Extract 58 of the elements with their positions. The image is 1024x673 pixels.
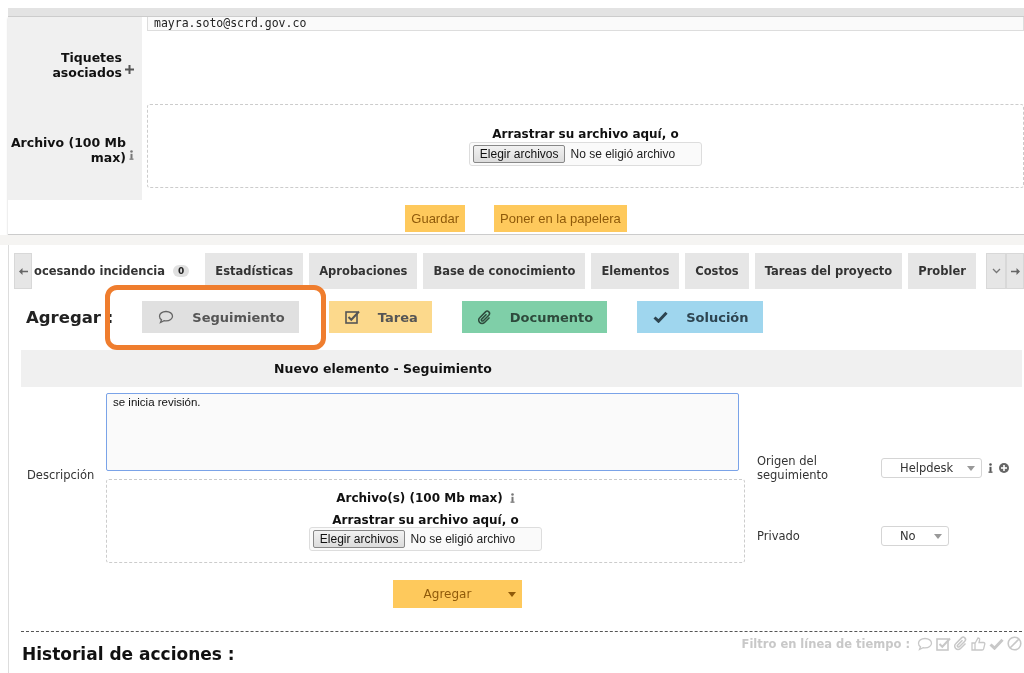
save-button[interactable]: Guardar [405, 205, 465, 232]
add-item-button[interactable]: Documento [461, 301, 608, 333]
speech-bubble-icon [158, 310, 175, 324]
split-button[interactable]: Agregar [392, 580, 523, 608]
file-status: No se eligió archivo [410, 532, 516, 546]
right-arrow-icon[interactable] [1010, 267, 1020, 275]
description-field[interactable]: se inicia revisión. [106, 393, 739, 471]
plus-icon[interactable] [125, 65, 134, 74]
add-item-button[interactable]: Tarea [328, 301, 432, 333]
field-label: Privado [757, 529, 801, 543]
caret-icon [967, 465, 975, 471]
caret-icon [508, 591, 517, 597]
attachment-label: Archivo(s) (100 Mb max) [336, 491, 503, 505]
add-button[interactable]: Agregar [392, 580, 503, 608]
paperclip-icon [477, 309, 492, 325]
count-badge: 0 [173, 265, 190, 277]
checkbox-icon [344, 310, 360, 324]
select-value: No [900, 529, 916, 543]
info-icon [509, 493, 515, 503]
info-icon [129, 149, 134, 160]
private-select[interactable]: No [881, 526, 949, 546]
add-item-button[interactable]: Seguimiento [142, 301, 299, 333]
field-label: Descripción [27, 468, 95, 482]
drop-hint: Arrastrar su archivo aquí, o [332, 513, 519, 527]
email-field[interactable]: mayra.soto@scrd.gov.co [147, 17, 1024, 31]
tab[interactable]: Probler [908, 253, 976, 289]
choose-file-button[interactable]: Elegir archivos [312, 530, 406, 548]
file-status: No se eligió archivo [570, 146, 676, 161]
origin-select[interactable]: Helpdesk [881, 458, 982, 478]
info-icon [988, 463, 993, 473]
field-label: Origen del seguimiento [757, 454, 830, 482]
tab[interactable]: Elementos [591, 253, 680, 289]
tab[interactable]: Tareas del proyecto [754, 253, 903, 289]
file-input[interactable]: Elegir archivos No se eligió archivo [308, 527, 543, 551]
section-title: Historial de acciones : [22, 644, 235, 664]
thumbs-up-icon[interactable] [971, 636, 986, 651]
add-item-button[interactable]: Solución [637, 301, 763, 333]
tab[interactable]: Aprobaciones [309, 253, 418, 289]
choose-file-button[interactable]: Elegir archivos [472, 144, 566, 163]
drop-hint: Arrastrar su archivo aquí, o [492, 126, 679, 141]
field-label: Tiquetes asociados [51, 50, 122, 80]
form-title: Nuevo elemento - Seguimiento [274, 361, 492, 376]
paperclip-icon[interactable] [954, 636, 968, 651]
drop-zone[interactable]: Archivo(s) (100 Mb max) Arrastrar su archivo aquí, o Elegir archivos No se eligió archivo [106, 479, 745, 563]
file-input[interactable]: Elegir archivos No se eligió archivo [468, 141, 703, 166]
trash-button[interactable]: Poner en la papelera [494, 205, 627, 232]
plus-circle-icon[interactable] [999, 463, 1009, 473]
select-value: Helpdesk [900, 461, 954, 475]
tab[interactable]: Base de conocimiento [423, 253, 586, 289]
tab[interactable]: Costos [685, 253, 749, 289]
checkbox-icon[interactable] [936, 636, 951, 651]
chevron-down-icon[interactable] [991, 268, 1001, 274]
field-label: Archivo (100 Mb max) [9, 134, 126, 165]
check-icon [653, 311, 669, 323]
left-arrow-icon[interactable] [18, 267, 28, 275]
check-icon[interactable] [989, 637, 1004, 650]
drop-zone[interactable]: Arrastrar su archivo aquí, o Elegir archivos No se eligió archivo [147, 104, 1024, 188]
caret-icon [934, 533, 942, 539]
